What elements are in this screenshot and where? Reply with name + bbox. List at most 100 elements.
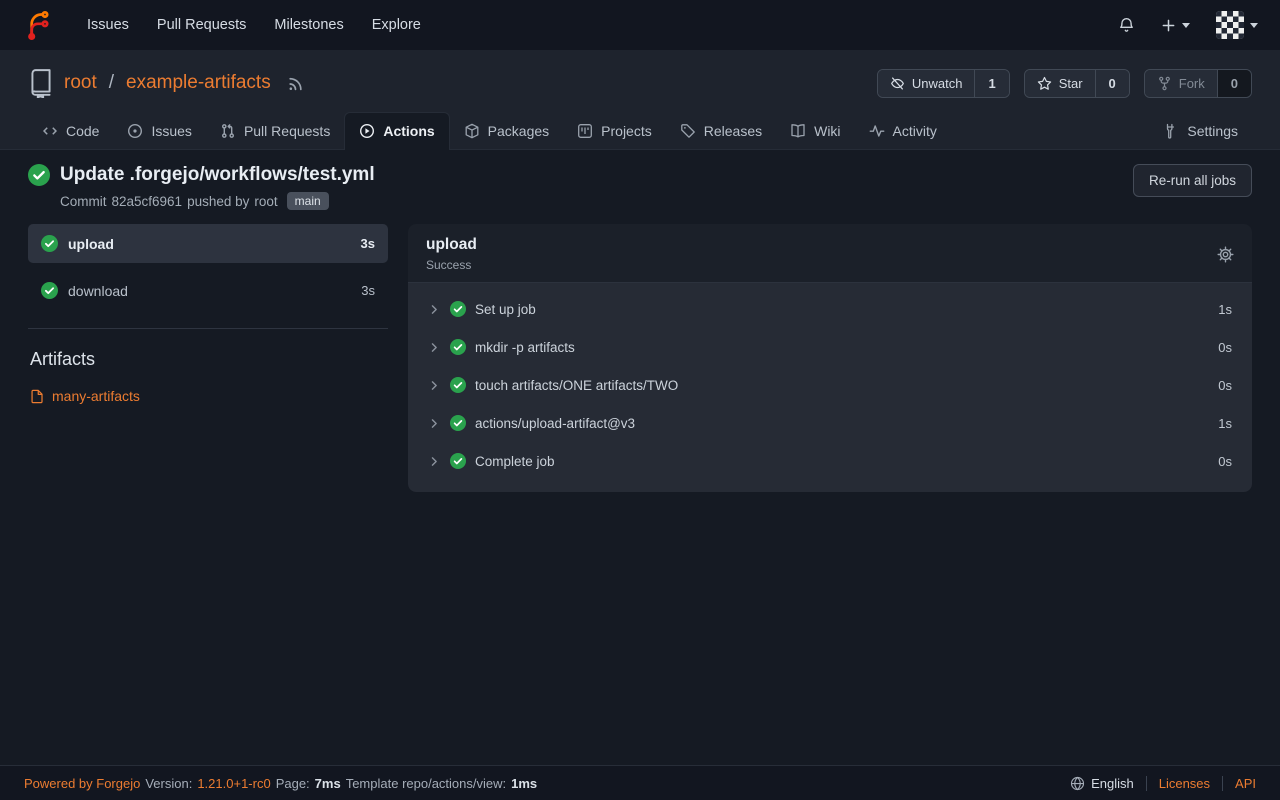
footer-right: English Licenses API [1058,776,1256,791]
check-circle-icon [450,453,466,469]
language-selector[interactable]: English [1058,776,1146,791]
artifact-name: many-artifacts [52,388,140,404]
tab-projects-label: Projects [601,123,652,139]
job-duration: 3s [361,283,375,298]
star-icon [1037,76,1052,91]
caret-down-icon [1250,23,1258,28]
tab-packages[interactable]: Packages [450,113,563,150]
tab-code-label: Code [66,123,99,139]
pull-request-icon [220,123,236,139]
commit-sha-link[interactable]: 82a5cf6961 [112,194,183,209]
tab-releases[interactable]: Releases [666,113,776,150]
nav-explore[interactable]: Explore [358,9,435,41]
repo-name-link[interactable]: example-artifacts [126,72,271,94]
tab-activity-label: Activity [893,123,937,139]
unwatch-label: Unwatch [912,76,963,91]
step-duration: 0s [1218,340,1232,355]
tab-pull-requests[interactable]: Pull Requests [206,113,344,150]
check-circle-icon [41,235,58,252]
star-label: Star [1059,76,1083,91]
licenses-link[interactable]: Licenses [1146,776,1222,791]
star-button[interactable]: Star [1025,70,1095,97]
run-title-block: Update .forgejo/workflows/test.yml Commi… [28,164,375,210]
step-row-complete-job[interactable]: Complete job 0s [408,442,1252,480]
chevron-right-icon [428,455,441,468]
run-header: Update .forgejo/workflows/test.yml Commi… [28,164,1252,210]
check-circle-icon [450,377,466,393]
powered-by-link[interactable]: Powered by Forgejo [24,776,140,791]
tab-activity[interactable]: Activity [855,113,951,150]
nav-pull-requests[interactable]: Pull Requests [143,9,260,41]
nav-issues[interactable]: Issues [73,9,143,41]
step-duration: 1s [1218,416,1232,431]
navbar-right [1118,11,1258,39]
job-item-upload[interactable]: upload 3s [28,224,388,263]
job-item-download[interactable]: download 3s [28,271,388,310]
profile-button[interactable] [1216,11,1258,39]
check-circle-icon [450,339,466,355]
job-name: upload [68,236,114,252]
watchers-count[interactable]: 1 [974,70,1008,97]
branch-badge[interactable]: main [287,192,329,210]
forks-count[interactable]: 0 [1217,70,1251,97]
tab-settings-label: Settings [1187,123,1238,139]
footer-left: Powered by Forgejo Version: 1.21.0+1-rc0… [24,776,537,791]
step-name: Set up job [475,302,536,317]
package-icon [464,123,480,139]
step-name: actions/upload-artifact@v3 [475,416,635,431]
repo-tabs: Code Issues Pull Requests Actions P [28,112,1252,149]
nav-milestones[interactable]: Milestones [260,9,357,41]
forgejo-logo[interactable] [22,10,53,41]
tab-wiki[interactable]: Wiki [776,113,854,150]
star-button-group: Star 0 [1024,69,1130,98]
step-row-setup-job[interactable]: Set up job 1s [408,290,1252,328]
forgejo-logo-icon [22,10,53,41]
api-link[interactable]: API [1222,776,1256,791]
step-row-upload-artifact[interactable]: actions/upload-artifact@v3 1s [408,404,1252,442]
chevron-right-icon [428,417,441,430]
job-duration: 3s [361,236,375,251]
job-panel-titles: upload Success [426,236,477,272]
version-link[interactable]: 1.21.0+1-rc0 [197,776,270,791]
fork-icon [1157,76,1172,91]
check-circle-icon [450,415,466,431]
tab-code[interactable]: Code [28,113,113,150]
unwatch-button[interactable]: Unwatch [878,70,975,97]
language-label: English [1091,776,1134,791]
job-steps-list: Set up job 1s mkdir -p artifacts 0s touc… [408,283,1252,492]
caret-down-icon [1182,23,1190,28]
tab-releases-label: Releases [704,123,762,139]
repo-owner-link[interactable]: root [64,72,97,94]
tab-projects[interactable]: Projects [563,113,666,150]
create-new-button[interactable] [1161,18,1190,33]
bell-icon [1118,17,1135,34]
step-duration: 0s [1218,454,1232,469]
tab-actions[interactable]: Actions [344,112,449,150]
chevron-right-icon [428,341,441,354]
tab-settings[interactable]: Settings [1149,113,1252,150]
stars-count[interactable]: 0 [1095,70,1129,97]
page-time-value: 7ms [315,776,341,791]
panel-job-name: upload [426,236,477,254]
rss-icon [287,75,304,92]
step-row-mkdir[interactable]: mkdir -p artifacts 0s [408,328,1252,366]
step-row-touch[interactable]: touch artifacts/ONE artifacts/TWO 0s [408,366,1252,404]
version-label: Version: [145,776,192,791]
pulse-icon [869,123,885,139]
notifications-button[interactable] [1118,17,1135,34]
tab-wiki-label: Wiki [814,123,840,139]
panel-job-status: Success [426,258,477,272]
job-options-button[interactable] [1217,246,1234,263]
rerun-all-jobs-button[interactable]: Re-run all jobs [1133,164,1252,197]
play-circle-icon [359,123,375,139]
fork-button[interactable]: Fork [1145,70,1217,97]
avatar-identicon [1216,11,1244,39]
commit-label: Commit [60,194,107,209]
repo-header: root / example-artifacts Unwatch 1 [0,50,1280,150]
repo-title-row: root / example-artifacts Unwatch 1 [28,68,1252,98]
step-duration: 0s [1218,378,1232,393]
pusher-link[interactable]: root [254,194,277,209]
rss-button[interactable] [287,75,304,92]
tab-issues[interactable]: Issues [113,113,205,150]
artifact-link-many-artifacts[interactable]: many-artifacts [30,388,388,404]
